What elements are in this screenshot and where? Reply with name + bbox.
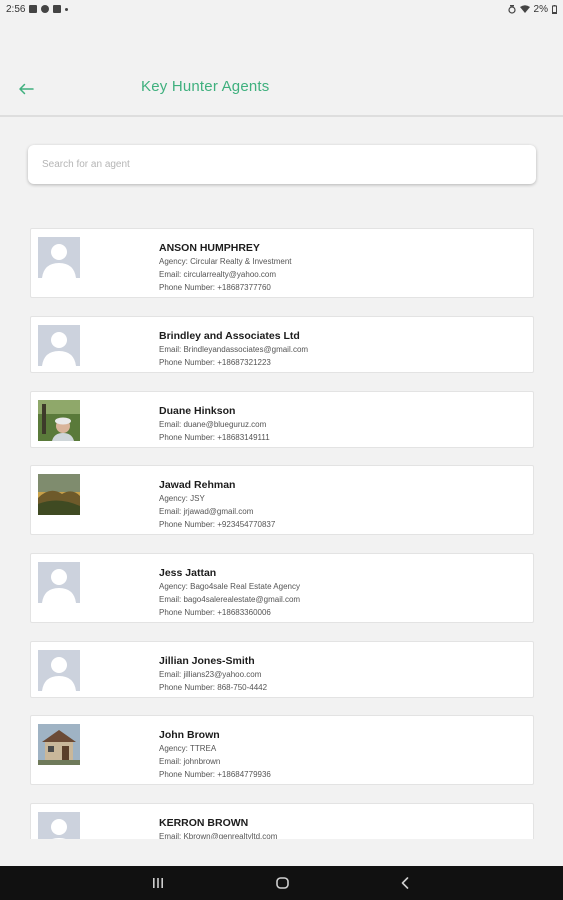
avatar-placeholder-icon xyxy=(38,812,80,839)
wifi-icon xyxy=(519,5,530,13)
agent-email: Email: jrjawad@gmail.com xyxy=(159,507,254,516)
agent-agency: Agency: Circular Realty & Investment xyxy=(159,257,292,266)
status-right: 2% xyxy=(507,3,557,15)
agent-phone: Phone Number: +18683149111 xyxy=(159,433,270,442)
person-photo-icon xyxy=(38,400,80,441)
agent-email: Email: Kbrown@genrealtyltd.com xyxy=(159,832,278,839)
agent-info: ANSON HUMPHREY Agency: Circular Realty &… xyxy=(159,241,523,294)
agent-email: Email: Brindleyandassociates@gmail.com xyxy=(159,345,309,354)
nav-back-icon xyxy=(401,877,409,889)
agent-phone: Phone Number: +18683360006 xyxy=(159,608,271,617)
nav-back-button[interactable] xyxy=(397,875,413,891)
agent-info: Duane Hinkson Email: duane@blueguruz.com… xyxy=(159,404,523,444)
app-bar: Key Hunter Agents xyxy=(0,60,563,116)
agent-info: Brindley and Associates Ltd Email: Brind… xyxy=(159,329,523,369)
agent-name: KERRON BROWN xyxy=(159,817,249,829)
back-button[interactable] xyxy=(14,79,38,99)
avatar xyxy=(38,400,80,441)
avatar xyxy=(38,237,80,278)
agent-info: Jess Jattan Agency: Bago4sale Real Estat… xyxy=(159,566,523,619)
youtube-notification-icon xyxy=(53,5,62,13)
agent-name: ANSON HUMPHREY xyxy=(159,242,260,254)
agent-email: Email: bago4salerealestate@gmail.com xyxy=(159,595,301,604)
avatar xyxy=(38,474,80,515)
agent-card[interactable]: Jillian Jones-Smith Email: jillians23@ya… xyxy=(30,641,534,698)
search-input[interactable] xyxy=(28,145,536,184)
home-button[interactable] xyxy=(274,875,290,891)
arrow-left-icon xyxy=(19,83,34,95)
avatar-placeholder-icon xyxy=(38,325,80,366)
search-box xyxy=(28,145,536,184)
avatar-placeholder-icon xyxy=(38,562,80,603)
app-notification-icon xyxy=(41,5,50,13)
agent-card[interactable]: KERRON BROWN Email: Kbrown@genrealtyltd.… xyxy=(30,803,534,839)
page-title: Key Hunter Agents xyxy=(141,78,270,95)
status-left: 2:56 xyxy=(6,3,69,15)
app-bar-divider xyxy=(0,115,563,117)
agent-card[interactable]: Jawad Rehman Agency: JSY Email: jrjawad@… xyxy=(30,465,534,535)
battery-icon xyxy=(552,4,557,14)
agent-name: Jillian Jones-Smith xyxy=(159,655,255,667)
agent-email: Email: johnbrown xyxy=(159,757,221,766)
agent-card[interactable]: Jess Jattan Agency: Bago4sale Real Estat… xyxy=(30,553,534,623)
agent-name: Jess Jattan xyxy=(159,567,217,579)
agent-agency: Agency: TTREA xyxy=(159,744,217,753)
avatar xyxy=(38,562,80,603)
agent-card[interactable]: John Brown Agency: TTREA Email: johnbrow… xyxy=(30,715,534,785)
agent-name: John Brown xyxy=(159,729,220,741)
landscape-photo-icon xyxy=(38,474,80,515)
gallery-notification-icon xyxy=(29,5,38,13)
status-time: 2:56 xyxy=(6,3,26,15)
avatar xyxy=(38,812,80,839)
recent-apps-icon xyxy=(153,878,163,888)
agent-phone: Phone Number: 868-750-4442 xyxy=(159,683,268,692)
agent-card[interactable]: ANSON HUMPHREY Agency: Circular Realty &… xyxy=(30,228,534,298)
avatar-placeholder-icon xyxy=(38,650,80,691)
avatar-placeholder-icon xyxy=(38,237,80,278)
house-photo-icon xyxy=(38,724,80,765)
agent-agency: Agency: Bago4sale Real Estate Agency xyxy=(159,582,300,591)
avatar xyxy=(38,325,80,366)
agent-phone: Phone Number: +18687321223 xyxy=(159,358,271,367)
avatar xyxy=(38,650,80,691)
agent-info: Jawad Rehman Agency: JSY Email: jrjawad@… xyxy=(159,478,523,531)
agent-info: Jillian Jones-Smith Email: jillians23@ya… xyxy=(159,654,523,694)
system-nav-bar xyxy=(0,866,563,900)
agent-email: Email: circularrealty@yahoo.com xyxy=(159,270,277,279)
agent-info: John Brown Agency: TTREA Email: johnbrow… xyxy=(159,728,523,781)
agent-email: Email: jillians23@yahoo.com xyxy=(159,670,262,679)
agent-name: Duane Hinkson xyxy=(159,405,236,417)
more-notifications-icon xyxy=(65,7,69,11)
agent-phone: Phone Number: +18687377760 xyxy=(159,283,271,292)
agent-card[interactable]: Brindley and Associates Ltd Email: Brind… xyxy=(30,316,534,373)
home-icon xyxy=(275,877,289,889)
battery-level: 2% xyxy=(533,3,548,15)
agent-list: ANSON HUMPHREY Agency: Circular Realty &… xyxy=(30,228,534,839)
agent-email: Email: duane@blueguruz.com xyxy=(159,420,267,429)
avatar xyxy=(38,724,80,765)
agent-agency: Agency: JSY xyxy=(159,494,205,503)
alarm-icon xyxy=(507,4,516,14)
agent-info: KERRON BROWN Email: Kbrown@genrealtyltd.… xyxy=(159,816,523,839)
status-bar: 2:56 2% xyxy=(0,0,563,18)
agent-phone: Phone Number: +18684779936 xyxy=(159,770,271,779)
agent-card[interactable]: Duane Hinkson Email: duane@blueguruz.com… xyxy=(30,391,534,448)
recent-apps-button[interactable] xyxy=(150,875,166,891)
agent-phone: Phone Number: +923454770837 xyxy=(159,520,276,529)
agent-name: Brindley and Associates Ltd xyxy=(159,330,300,342)
agent-name: Jawad Rehman xyxy=(159,479,236,491)
